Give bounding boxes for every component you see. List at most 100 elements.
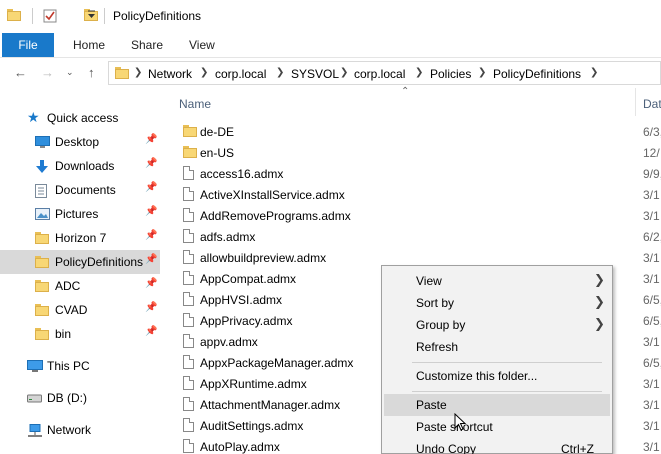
title-bar: PolicyDefinitions bbox=[0, 0, 661, 32]
file-date: 6/2, bbox=[643, 230, 661, 244]
tab-file[interactable]: File bbox=[2, 33, 54, 57]
file-name: ActiveXInstallService.admx bbox=[200, 188, 345, 202]
customize-toolbar-icon[interactable] bbox=[87, 9, 96, 24]
pin-icon[interactable]: 📌 bbox=[145, 230, 157, 241]
divider bbox=[104, 8, 105, 24]
pin-icon[interactable]: 📌 bbox=[145, 182, 157, 193]
folder-icon bbox=[183, 125, 197, 140]
file-icon bbox=[183, 355, 194, 372]
tab-view[interactable]: View bbox=[189, 38, 215, 52]
column-header-date[interactable]: Dat bbox=[643, 97, 661, 111]
drive-icon bbox=[27, 392, 42, 406]
column-divider[interactable] bbox=[635, 88, 636, 116]
menu-item-undo-copy[interactable]: Undo Copy Ctrl+Z bbox=[384, 438, 610, 454]
chevron-right-icon: ❯ bbox=[594, 272, 605, 287]
menu-item-refresh[interactable]: Refresh bbox=[384, 336, 610, 358]
folder-row[interactable]: en-US 12/ bbox=[161, 142, 661, 163]
pin-icon[interactable]: 📌 bbox=[145, 302, 157, 313]
chevron-right-icon[interactable]: ❯ bbox=[415, 67, 423, 78]
nav-item-cvad[interactable]: CVAD 📌 bbox=[0, 298, 160, 322]
nav-item-bin[interactable]: bin 📌 bbox=[0, 322, 160, 346]
column-header-name[interactable]: Name bbox=[179, 97, 211, 111]
menu-label: Refresh bbox=[416, 340, 459, 354]
nav-label: Horizon 7 bbox=[55, 231, 107, 245]
back-button[interactable]: ← bbox=[14, 65, 27, 80]
file-row[interactable]: ActiveXInstallService.admx 3/1 bbox=[161, 184, 661, 205]
file-name: adfs.admx bbox=[200, 230, 256, 244]
nav-item-horizon-7[interactable]: Horizon 7 📌 bbox=[0, 226, 160, 250]
chevron-right-icon[interactable]: ❯ bbox=[340, 67, 348, 78]
nav-item-documents[interactable]: Documents 📌 bbox=[0, 178, 160, 202]
menu-label: View bbox=[416, 274, 442, 288]
menu-item-group-by[interactable]: Group by ❯ bbox=[384, 314, 610, 336]
nav-label: DB (D:) bbox=[47, 391, 87, 405]
file-date: 3/1 bbox=[643, 440, 660, 454]
pin-icon[interactable]: 📌 bbox=[145, 278, 157, 289]
menu-item-sort-by[interactable]: Sort by ❯ bbox=[384, 292, 610, 314]
nav-item-adc[interactable]: ADC 📌 bbox=[0, 274, 160, 298]
documents-icon bbox=[35, 184, 47, 201]
file-date: 9/9, bbox=[643, 167, 661, 181]
computer-icon bbox=[27, 360, 43, 376]
file-icon bbox=[183, 187, 194, 204]
nav-item-downloads[interactable]: Downloads 📌 bbox=[0, 154, 160, 178]
nav-drive-d[interactable]: DB (D:) bbox=[0, 386, 160, 410]
address-bar[interactable]: ❯ Network ❯ corp.local ❯ SYSVOL ❯ corp.l… bbox=[108, 61, 661, 85]
file-icon bbox=[183, 376, 194, 393]
chevron-right-icon[interactable]: ❯ bbox=[200, 67, 208, 78]
file-row[interactable]: AddRemovePrograms.admx 3/1 bbox=[161, 205, 661, 226]
file-name: appv.admx bbox=[200, 335, 258, 349]
nav-quick-access[interactable]: ★ Quick access bbox=[0, 106, 160, 130]
file-name: access16.admx bbox=[200, 167, 284, 181]
file-name: AuditSettings.admx bbox=[200, 419, 304, 433]
tab-share[interactable]: Share bbox=[131, 38, 163, 52]
folder-row[interactable]: de-DE 6/3, bbox=[161, 121, 661, 142]
pin-icon[interactable]: 📌 bbox=[145, 326, 157, 337]
up-button[interactable]: ↑ bbox=[88, 65, 95, 80]
breadcrumb-item[interactable]: corp.local bbox=[215, 67, 266, 81]
file-date: 3/1 bbox=[643, 377, 660, 391]
file-icon bbox=[183, 166, 194, 183]
file-row[interactable]: adfs.admx 6/2, bbox=[161, 226, 661, 247]
file-date: 6/5, bbox=[643, 293, 661, 307]
nav-label: This PC bbox=[47, 359, 90, 373]
breadcrumb-item[interactable]: PolicyDefinitions bbox=[493, 67, 581, 81]
menu-item-paste-shortcut[interactable]: Paste shortcut bbox=[384, 416, 610, 438]
menu-item-customize-folder[interactable]: Customize this folder... bbox=[384, 365, 610, 387]
menu-item-paste[interactable]: Paste bbox=[384, 394, 610, 416]
breadcrumb-item[interactable]: corp.local bbox=[354, 67, 405, 81]
file-row[interactable]: access16.admx 9/9, bbox=[161, 163, 661, 184]
folder-icon bbox=[35, 328, 49, 340]
file-name: AutoPlay.admx bbox=[200, 440, 280, 454]
pin-icon[interactable]: 📌 bbox=[145, 134, 157, 145]
chevron-right-icon[interactable]: ❯ bbox=[590, 67, 598, 78]
forward-button[interactable]: → bbox=[41, 65, 54, 80]
file-date: 12/ bbox=[643, 146, 660, 160]
nav-item-pictures[interactable]: Pictures 📌 bbox=[0, 202, 160, 226]
chevron-right-icon[interactable]: ❯ bbox=[134, 67, 142, 78]
file-name: AppxPackageManager.admx bbox=[200, 356, 354, 370]
ribbon-tabs: File Home Share View bbox=[0, 32, 661, 58]
pin-icon[interactable]: 📌 bbox=[145, 254, 157, 265]
nav-item-desktop[interactable]: Desktop 📌 bbox=[0, 130, 160, 154]
properties-icon[interactable] bbox=[43, 9, 57, 26]
breadcrumb-item[interactable]: SYSVOL bbox=[291, 67, 339, 81]
sort-ascending-icon: ⌃ bbox=[401, 86, 410, 97]
menu-separator bbox=[412, 391, 602, 392]
menu-label: Undo Copy bbox=[416, 442, 477, 454]
nav-network[interactable]: Network bbox=[0, 418, 160, 442]
breadcrumb-item[interactable]: Network bbox=[148, 67, 192, 81]
nav-item-policydefinitions[interactable]: PolicyDefinitions 📌 bbox=[0, 250, 160, 274]
menu-separator bbox=[412, 362, 602, 363]
file-name: AttachmentManager.admx bbox=[200, 398, 341, 412]
chevron-right-icon[interactable]: ❯ bbox=[276, 67, 284, 78]
pin-icon[interactable]: 📌 bbox=[145, 206, 157, 217]
tab-home[interactable]: Home bbox=[73, 38, 105, 52]
nav-this-pc[interactable]: This PC bbox=[0, 354, 160, 378]
folder-icon bbox=[35, 304, 49, 316]
recent-locations-icon[interactable]: ⌄ bbox=[66, 67, 74, 78]
breadcrumb-item[interactable]: Policies bbox=[430, 67, 471, 81]
pin-icon[interactable]: 📌 bbox=[145, 158, 157, 169]
menu-item-view[interactable]: View ❯ bbox=[384, 270, 610, 292]
chevron-right-icon[interactable]: ❯ bbox=[478, 67, 486, 78]
